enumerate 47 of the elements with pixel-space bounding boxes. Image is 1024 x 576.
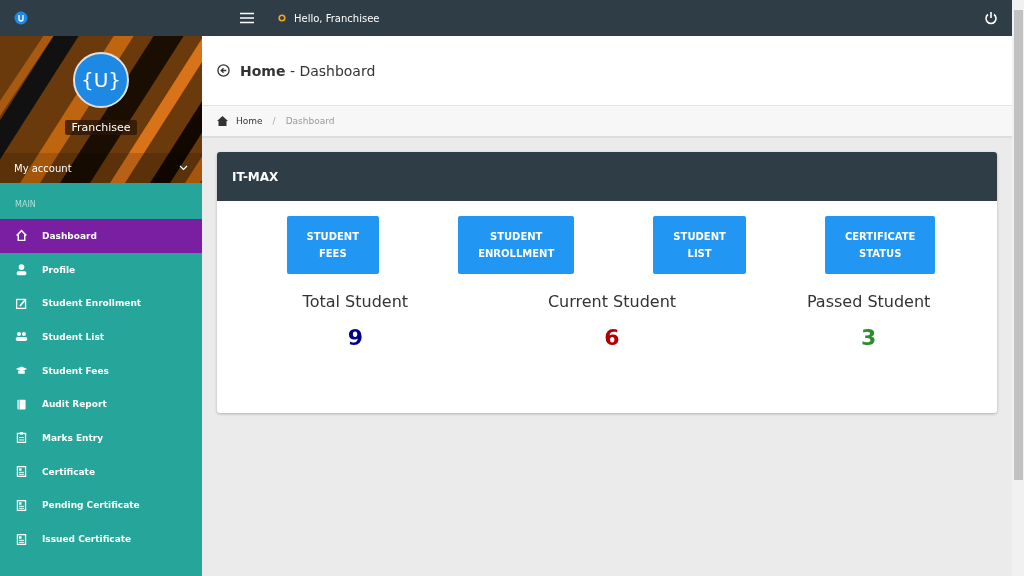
section-label: MAIN <box>14 199 37 211</box>
sidebar-item[interactable]: Issued Certificate <box>0 522 202 556</box>
clipboard-icon <box>15 431 28 445</box>
breadcrumb-current: Dashboard <box>285 116 335 126</box>
notebook-icon <box>15 397 28 411</box>
user-name: Franchisee <box>65 120 137 135</box>
stat-label: Passed Student <box>806 292 931 311</box>
action-button[interactable]: STUDENT ENROLLMENT <box>458 216 575 274</box>
breadcrumb-link[interactable]: Home <box>236 116 263 126</box>
home-icon <box>217 116 228 126</box>
sidebar-item[interactable]: Student Enrollment <box>0 286 202 321</box>
stat-label: Current Student <box>547 292 677 311</box>
stat-value: 6 <box>604 325 620 350</box>
stat-label: Total Student <box>302 292 409 311</box>
people-icon <box>15 330 28 344</box>
menu-icon[interactable] <box>240 12 254 24</box>
action-button[interactable]: STUDENT FEES <box>286 216 379 274</box>
sidebar-item[interactable]: Pending Certificate <box>0 488 202 523</box>
document-icon <box>15 465 28 479</box>
user-icon <box>15 263 28 277</box>
back-icon[interactable] <box>217 64 230 77</box>
action-button[interactable]: CERTIFICATE STATUS <box>824 216 936 274</box>
stat-value: 9 <box>347 325 363 350</box>
sidebar-item[interactable]: Audit Report <box>0 387 202 422</box>
card-title: IT-MAX <box>232 169 279 184</box>
document-icon <box>15 532 28 546</box>
sidebar-item[interactable]: Student Fees <box>0 353 202 388</box>
page-title: Home - Dashboard <box>240 62 376 79</box>
action-button[interactable]: STUDENT LIST <box>653 216 746 274</box>
chevron-icon <box>179 165 188 171</box>
account-label: My account <box>14 162 72 174</box>
edit-icon <box>15 296 28 310</box>
account-bar[interactable]: My account <box>0 153 202 183</box>
sidebar-item[interactable]: Marks Entry <box>0 421 202 455</box>
status-icon <box>278 14 286 22</box>
scrollbar[interactable] <box>1012 0 1024 576</box>
logo-icon <box>14 11 28 25</box>
greeting: Hello, Franchisee <box>294 12 380 24</box>
home-icon <box>15 229 28 243</box>
power-icon[interactable] <box>984 11 998 25</box>
sidebar-item[interactable]: Certificate <box>0 454 202 489</box>
sidebar-item[interactable]: Dashboard <box>0 219 202 253</box>
breadcrumb-separator: / <box>272 116 276 126</box>
document-icon <box>15 498 28 512</box>
sidebar-item[interactable]: Profile <box>0 252 202 287</box>
stat-value: 3 <box>861 325 877 350</box>
sidebar-item[interactable]: Student List <box>0 320 202 354</box>
